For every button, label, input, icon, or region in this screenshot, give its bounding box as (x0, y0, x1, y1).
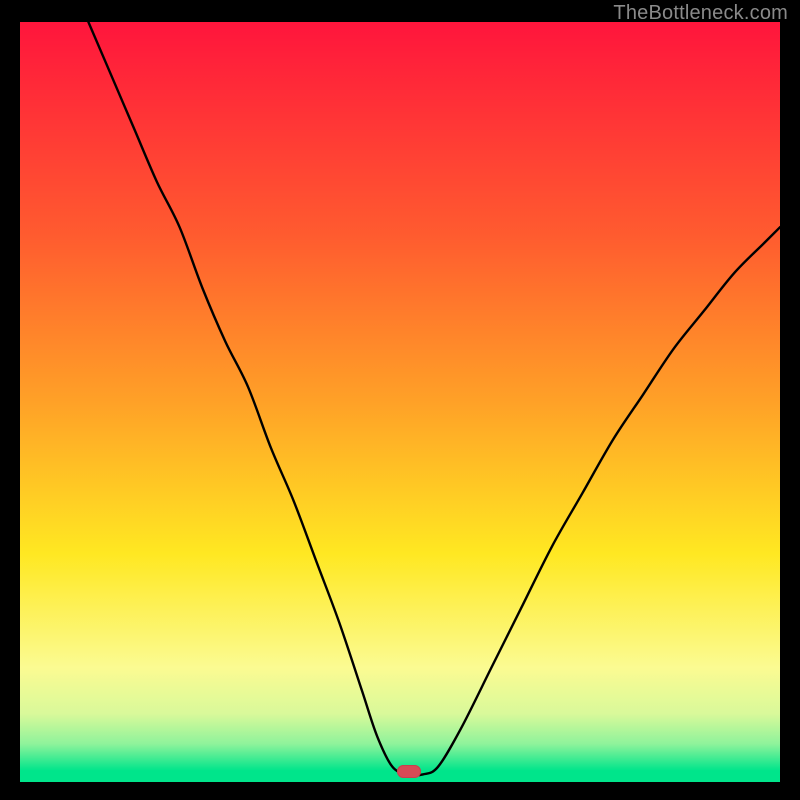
bottleneck-curve (20, 22, 780, 782)
curve-path (88, 22, 780, 775)
plot-area (20, 22, 780, 782)
watermark-text: TheBottleneck.com (613, 2, 788, 25)
chart-frame: TheBottleneck.com (0, 0, 800, 800)
optimal-marker (397, 765, 421, 778)
